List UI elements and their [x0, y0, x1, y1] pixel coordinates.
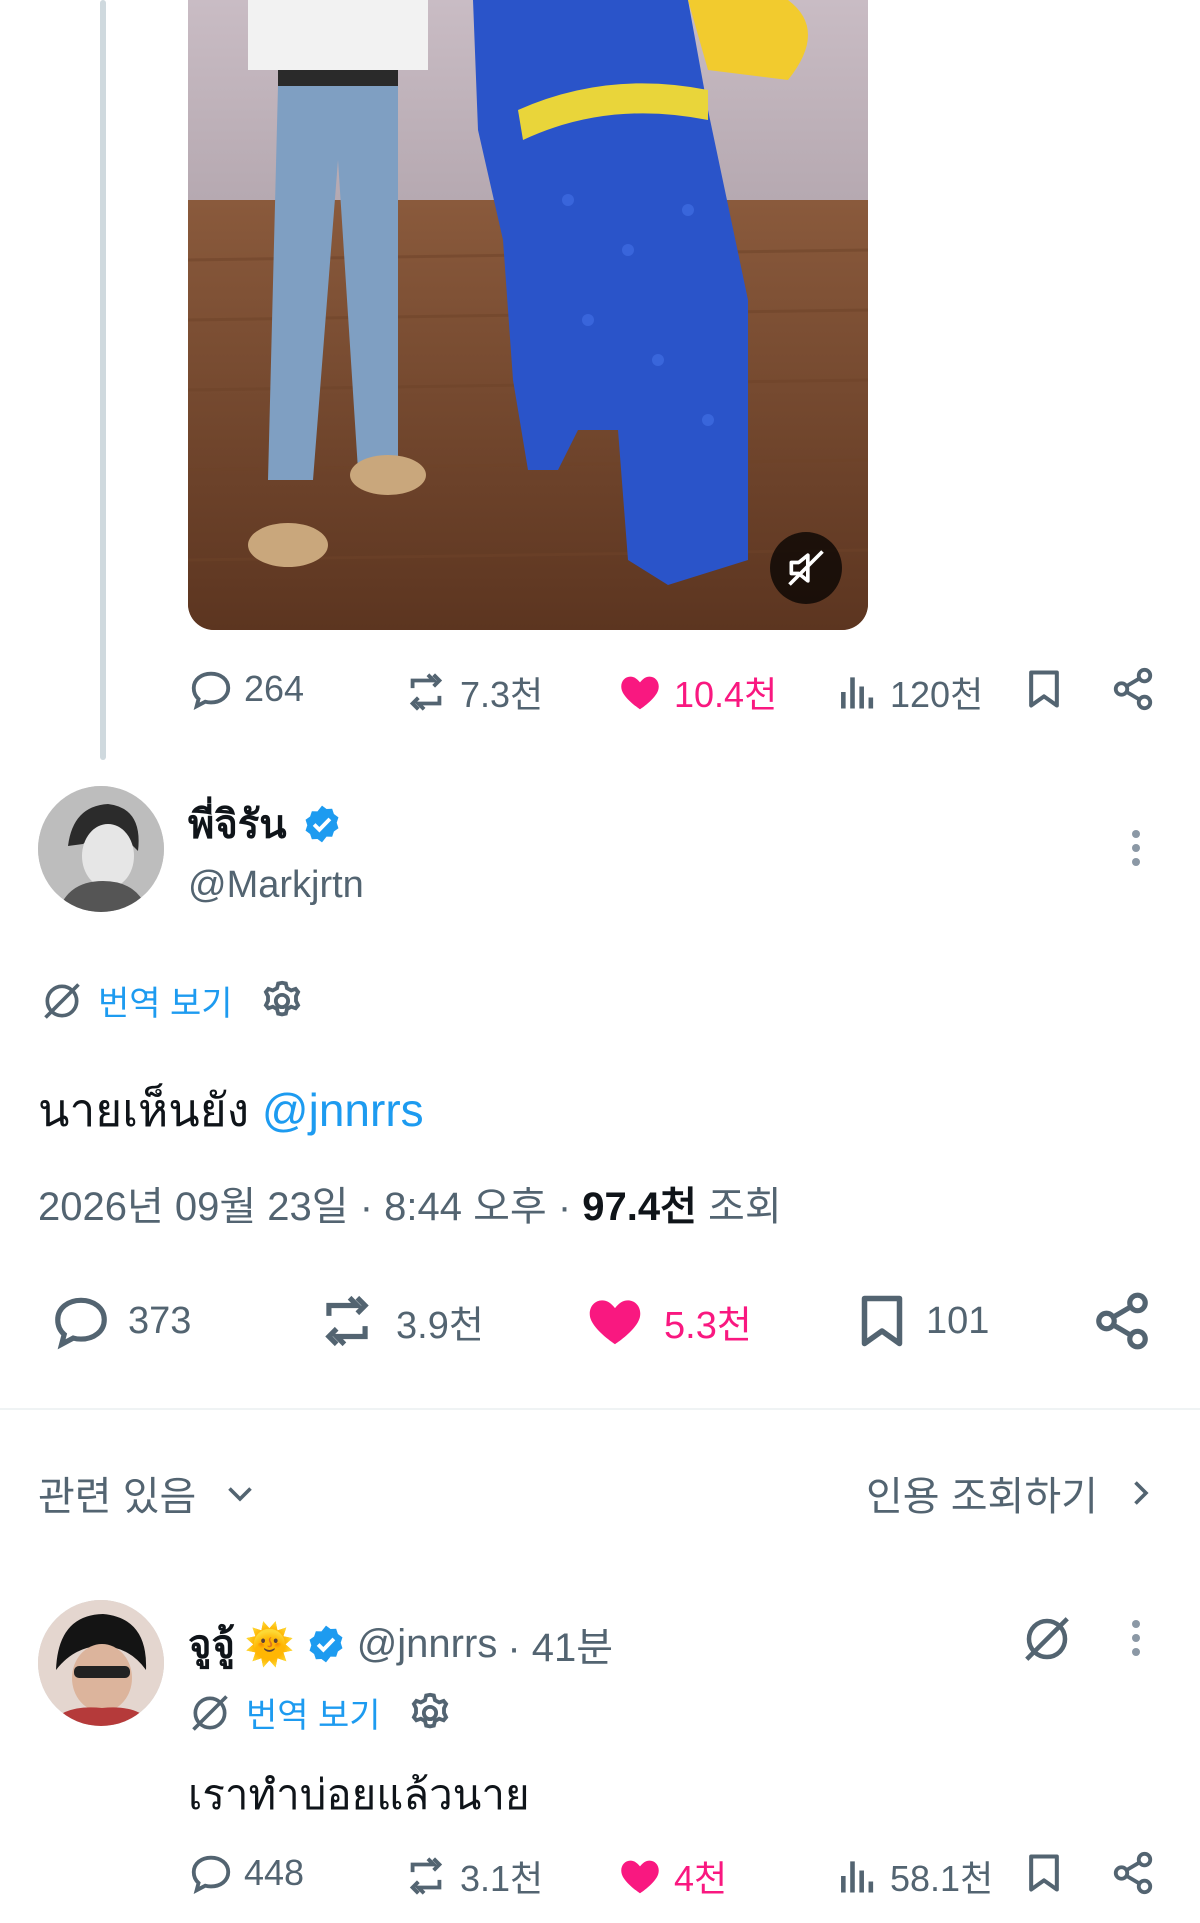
globe-icon — [1025, 1617, 1069, 1661]
post-text-main: นายเห็นยัง — [38, 1084, 250, 1136]
avatar[interactable] — [38, 786, 164, 912]
share-icon — [1113, 667, 1153, 711]
post-meta: 2026년 09월 23일 · 8:44 오후 · 97.4천 조회 — [38, 1174, 782, 1232]
reply-button[interactable]: 373 — [48, 1290, 191, 1352]
reply-like-count: 4천 — [674, 1858, 728, 1899]
repost-count: 3.9천 — [396, 1304, 484, 1347]
post-text: นายเห็นยัง @jnnrrs — [38, 1074, 424, 1147]
heart-filled-icon — [621, 1860, 659, 1894]
gear-icon[interactable] — [259, 978, 305, 1024]
verified-badge-icon — [305, 805, 339, 843]
relevance-sort-dropdown[interactable]: 관련 있음 — [38, 1464, 258, 1522]
analytics-icon — [841, 1861, 874, 1893]
post-view-label: 조회 — [696, 1185, 782, 1229]
globe-icon — [44, 982, 80, 1019]
translate-link[interactable]: 번역 보기 — [40, 976, 305, 1025]
chevron-right-icon — [1134, 1481, 1149, 1505]
post-date[interactable]: 2026년 09월 23일 · 8:44 오후 · — [38, 1185, 582, 1229]
speaker-muted-icon — [788, 550, 824, 586]
bookmark-button[interactable] — [1022, 666, 1066, 712]
like-count: 10.4천 — [674, 674, 778, 715]
chevron-down-icon — [228, 1487, 253, 1502]
bookmark-button[interactable]: 101 — [852, 1290, 989, 1352]
reply-like-button[interactable]: 4천 — [616, 1850, 727, 1902]
reply-share-button[interactable] — [1110, 1850, 1156, 1896]
avatar-image — [38, 786, 164, 912]
reply-views-button[interactable]: 58.1천 — [836, 1850, 993, 1902]
repost-icon — [409, 673, 443, 711]
video-frame — [188, 0, 868, 630]
view-quotes-label: 인용 조회하기 — [866, 1475, 1098, 1519]
share-icon — [1096, 1292, 1148, 1350]
relevance-label: 관련 있음 — [38, 1475, 197, 1519]
reply-icon — [191, 671, 231, 711]
display-name: พี่จิรัน — [188, 803, 287, 847]
reply-reply-button[interactable]: 448 — [188, 1850, 304, 1896]
reply-count: 264 — [244, 668, 305, 709]
bookmark-icon — [861, 1295, 903, 1347]
reply-translate-toggle[interactable] — [1020, 1612, 1074, 1671]
post-view-count: 97.4천 — [582, 1185, 697, 1229]
repost-button[interactable]: 7.3천 — [402, 666, 543, 718]
reply-reply-count: 448 — [244, 1852, 305, 1893]
reply-bookmark-button[interactable] — [1022, 1850, 1066, 1896]
video-mute-button[interactable] — [770, 532, 842, 604]
globe-icon — [192, 1694, 228, 1731]
reply-icon — [191, 1855, 231, 1895]
translate-label: 번역 보기 — [98, 985, 233, 1023]
share-button[interactable] — [1110, 666, 1156, 712]
repost-count: 7.3천 — [460, 674, 544, 715]
divider — [0, 1408, 1200, 1410]
reply-icon — [55, 1297, 107, 1350]
author-name-row[interactable]: พี่จิรัน — [188, 792, 343, 856]
view-quotes-link[interactable]: 인용 조회하기 — [866, 1464, 1158, 1522]
analytics-icon — [841, 677, 874, 709]
bookmark-count: 101 — [926, 1299, 990, 1342]
like-button[interactable]: 5.3천 — [580, 1290, 752, 1352]
reply-avatar[interactable] — [38, 1600, 164, 1726]
heart-filled-icon — [589, 1300, 641, 1345]
reply-count: 373 — [128, 1299, 192, 1342]
bookmark-icon — [1029, 670, 1059, 708]
reply-display-name: จูจู้ — [188, 1623, 235, 1667]
reply-text: เราทำบ่อยแล้วนาย — [188, 1771, 530, 1818]
bookmark-icon — [1029, 1854, 1059, 1892]
reply-repost-button[interactable]: 3.1천 — [402, 1850, 543, 1902]
reply-handle: @jnnrrs — [356, 1621, 498, 1666]
reply-time: · 41분 — [507, 1626, 614, 1670]
like-button[interactable]: 10.4천 — [616, 666, 777, 718]
reply-translate-link[interactable]: 번역 보기 — [188, 1688, 453, 1737]
post-video[interactable] — [188, 0, 868, 630]
verified-badge-icon — [309, 1625, 343, 1663]
repost-icon — [325, 1295, 369, 1347]
reply-translate-label: 번역 보기 — [246, 1697, 381, 1735]
share-icon — [1113, 1851, 1153, 1895]
reply-avatar-image — [38, 1600, 164, 1726]
sun-emoji-icon: 🌞 — [244, 1622, 295, 1667]
like-count: 5.3천 — [664, 1304, 752, 1347]
author-handle[interactable]: @Markjrtn — [188, 864, 364, 907]
more-options-button[interactable] — [1130, 824, 1142, 872]
views-count: 120천 — [890, 674, 984, 715]
mention-link[interactable]: @jnnrrs — [262, 1084, 424, 1136]
heart-filled-icon — [621, 676, 659, 710]
share-button[interactable] — [1090, 1290, 1154, 1352]
reply-repost-count: 3.1천 — [460, 1858, 544, 1899]
reply-views-count: 58.1천 — [890, 1858, 994, 1899]
reply-button[interactable]: 264 — [188, 666, 304, 712]
reply-more-options-button[interactable] — [1130, 1614, 1142, 1662]
gear-icon[interactable] — [407, 1690, 453, 1736]
views-button[interactable]: 120천 — [836, 666, 983, 718]
thread-connector-line — [100, 0, 106, 760]
repost-button[interactable]: 3.9천 — [312, 1290, 484, 1352]
reply-author-row[interactable]: จูจู้ 🌞 @jnnrrs · 41분 — [188, 1612, 613, 1676]
repost-icon — [409, 1857, 443, 1895]
